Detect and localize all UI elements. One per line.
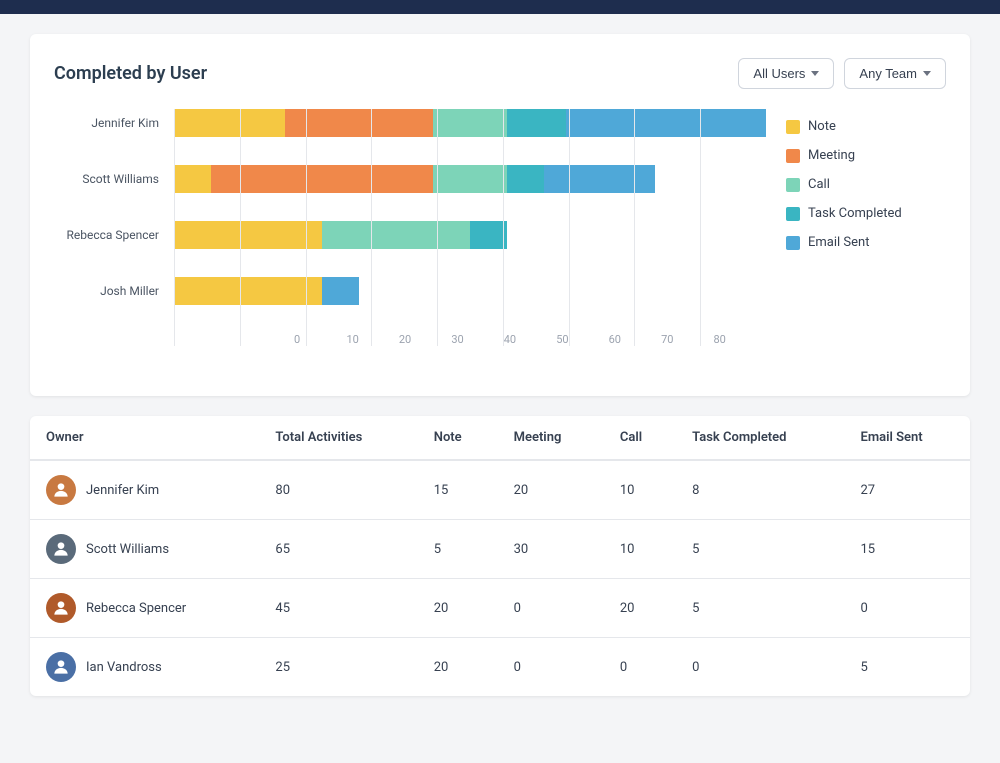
cell-call: 0: [604, 638, 676, 697]
owner-name: Scott Williams: [86, 542, 169, 557]
col-meeting: Meeting: [498, 416, 604, 460]
cell-note: 5: [418, 520, 498, 579]
grid-line: [437, 109, 503, 346]
legend-label: Email Sent: [808, 235, 869, 250]
cell-call: 10: [604, 520, 676, 579]
cell-task-completed: 0: [676, 638, 844, 697]
cell-call: 10: [604, 460, 676, 520]
col-owner: Owner: [30, 416, 259, 460]
bar-label: Rebecca Spencer: [54, 228, 169, 242]
avatar: [46, 593, 76, 623]
chart-header: Completed by User All Users Any Team: [54, 58, 946, 89]
legend-label: Note: [808, 119, 836, 134]
legend-color-call: [786, 178, 800, 192]
table-row: Rebecca Spencer452002050: [30, 579, 970, 638]
cell-email-sent: 5: [844, 638, 970, 697]
owner-cell: Scott Williams: [30, 520, 259, 579]
cell-meeting: 0: [498, 579, 604, 638]
cell-task-completed: 5: [676, 579, 844, 638]
grid-lines: [174, 109, 766, 346]
legend-color-meeting: [786, 149, 800, 163]
legend-label: Meeting: [808, 148, 855, 163]
grid-line: [700, 109, 766, 346]
legend-item-task-completed: Task Completed: [786, 206, 946, 221]
bars-container: Jennifer Kim Scott Williams Rebecca Spence…: [54, 109, 766, 376]
filter-group: All Users Any Team: [738, 58, 946, 89]
grid-line: [569, 109, 635, 346]
table-section: Owner Total Activities Note Meeting Call…: [30, 416, 970, 696]
cell-note: 20: [418, 579, 498, 638]
cell-email-sent: 27: [844, 460, 970, 520]
legend-color-task-completed: [786, 207, 800, 221]
table-row: Scott Williams6553010515: [30, 520, 970, 579]
top-bar: [0, 0, 1000, 14]
owner-cell: Jennifer Kim: [30, 460, 259, 520]
any-team-filter[interactable]: Any Team: [844, 58, 946, 89]
chevron-down-icon: [811, 71, 819, 76]
owner-name: Jennifer Kim: [86, 483, 159, 498]
legend-label: Call: [808, 177, 830, 192]
owner-cell-inner: Rebecca Spencer: [46, 593, 243, 623]
owner-name: Rebecca Spencer: [86, 601, 186, 616]
owner-cell: Ian Vandross: [30, 638, 259, 697]
avatar: [46, 534, 76, 564]
grid-line: [240, 109, 306, 346]
cell-meeting: 30: [498, 520, 604, 579]
activities-table: Owner Total Activities Note Meeting Call…: [30, 416, 970, 696]
cell-note: 15: [418, 460, 498, 520]
grid-line: [371, 109, 437, 346]
avatar: [46, 652, 76, 682]
cell-email-sent: 0: [844, 579, 970, 638]
table-row: Ian Vandross25200005: [30, 638, 970, 697]
grid-line: [174, 109, 240, 346]
all-users-filter[interactable]: All Users: [738, 58, 834, 89]
cell-meeting: 0: [498, 638, 604, 697]
legend: Note Meeting Call Task Completed Email Sent: [786, 109, 946, 376]
grid-line: [634, 109, 700, 346]
bar-label: Scott Williams: [54, 172, 169, 186]
owner-cell-inner: Scott Williams: [46, 534, 243, 564]
bar-label: Jennifer Kim: [54, 116, 169, 130]
avatar: [46, 475, 76, 505]
chevron-down-icon: [923, 71, 931, 76]
table-row: Jennifer Kim 80152010827: [30, 460, 970, 520]
chart-body: Jennifer Kim Scott Williams Rebecca Spence…: [54, 109, 946, 376]
cell-total: 65: [259, 520, 417, 579]
owner-name: Ian Vandross: [86, 660, 162, 675]
col-note: Note: [418, 416, 498, 460]
chart-section: Completed by User All Users Any Team Jen…: [30, 34, 970, 396]
cell-total: 45: [259, 579, 417, 638]
col-total: Total Activities: [259, 416, 417, 460]
bar-chart-area: Jennifer Kim Scott Williams Rebecca Spence…: [54, 109, 766, 376]
bar-label: Josh Miller: [54, 284, 169, 298]
col-call: Call: [604, 416, 676, 460]
legend-item-email-sent: Email Sent: [786, 235, 946, 250]
all-users-label: All Users: [753, 66, 805, 81]
cell-task-completed: 8: [676, 460, 844, 520]
cell-note: 20: [418, 638, 498, 697]
cell-email-sent: 15: [844, 520, 970, 579]
legend-item-note: Note: [786, 119, 946, 134]
grid-line: [503, 109, 569, 346]
chart-title: Completed by User: [54, 63, 207, 84]
cell-task-completed: 5: [676, 520, 844, 579]
cell-total: 80: [259, 460, 417, 520]
any-team-label: Any Team: [859, 66, 917, 81]
cell-total: 25: [259, 638, 417, 697]
cell-call: 20: [604, 579, 676, 638]
owner-cell-inner: Jennifer Kim: [46, 475, 243, 505]
owner-cell: Rebecca Spencer: [30, 579, 259, 638]
legend-item-call: Call: [786, 177, 946, 192]
owner-cell-inner: Ian Vandross: [46, 652, 243, 682]
col-email-sent: Email Sent: [844, 416, 970, 460]
main-content: Completed by User All Users Any Team Jen…: [0, 14, 1000, 763]
legend-label: Task Completed: [808, 206, 902, 221]
legend-color-email-sent: [786, 236, 800, 250]
legend-item-meeting: Meeting: [786, 148, 946, 163]
table-header-row: Owner Total Activities Note Meeting Call…: [30, 416, 970, 460]
legend-color-note: [786, 120, 800, 134]
grid-line: [306, 109, 372, 346]
col-task-completed: Task Completed: [676, 416, 844, 460]
cell-meeting: 20: [498, 460, 604, 520]
